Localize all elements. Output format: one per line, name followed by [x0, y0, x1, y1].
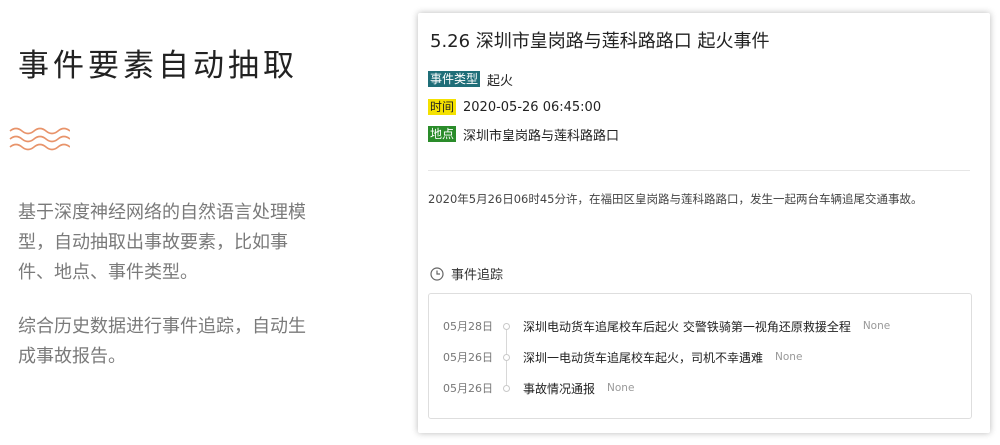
timeline-dot [503, 353, 510, 361]
event-type-value: 起火 [487, 73, 514, 89]
tracking-item-source: None [607, 382, 635, 394]
tracking-item-date: 05月26日 [443, 382, 493, 395]
tracking-item-source: None [862, 320, 891, 332]
page: 事件要素自动抽取 基于深度神经网络的自然语言处理模型，自动抽取出事故要素，比如事… [0, 0, 1000, 445]
tracking-item-date: 05月26日 [443, 351, 493, 364]
field-location: 地点 深圳市皇岗路与莲科路路口 [428, 125, 620, 144]
wave-icon [9, 127, 70, 151]
divider [428, 170, 970, 171]
tag-time: 时间 [428, 99, 457, 115]
intro-title: 事件要素自动抽取 [18, 48, 298, 84]
field-time: 时间 2020-05-26 06:45:00 [428, 98, 601, 116]
clock-icon [430, 266, 444, 281]
time-value: 2020-05-26 06:45:00 [463, 99, 602, 115]
event-title: 5.26 深圳市皇岗路与莲科路路口 起火事件 [430, 31, 770, 52]
tracking-item[interactable]: 05月26日 深圳一电动货车追尾校车起火，司机不幸遇难 None [429, 349, 971, 365]
tracking-item-date: 05月28日 [443, 320, 493, 333]
tracking-item-link[interactable]: 事故情况通报 [523, 380, 595, 397]
tracking-item[interactable]: 05月28日 深圳电动货车追尾校车后起火 交警铁骑第一视角还原救援全程 None [429, 318, 971, 334]
tracking-list: 05月28日 深圳电动货车追尾校车后起火 交警铁骑第一视角还原救援全程 None… [428, 293, 972, 419]
tag-location: 地点 [428, 126, 457, 142]
intro-description: 基于深度神经网络的自然语言处理模型，自动抽取出事故要素，比如事件、地点、事件类型… [18, 202, 306, 283]
timeline-dot [503, 384, 510, 392]
tracking-title: 事件追踪 [451, 268, 504, 283]
timeline-dot [503, 322, 510, 330]
event-card: 5.26 深圳市皇岗路与莲科路路口 起火事件 事件类型 起火 时间 2020-0… [418, 13, 990, 433]
location-value: 深圳市皇岗路与莲科路路口 [463, 128, 620, 144]
tracking-item-link[interactable]: 深圳电动货车追尾校车后起火 交警铁骑第一视角还原救援全程 [523, 318, 851, 335]
intro-report-description: 综合历史数据进行事件追踪，自动生成事故报告。 [18, 316, 306, 367]
tag-event-type: 事件类型 [428, 71, 481, 87]
tracking-header: 事件追踪 [430, 264, 503, 283]
event-summary: 2020年5月26日06时45分许，在福田区皇岗路与莲科路路口，发生一起两台车辆… [428, 192, 923, 206]
tracking-item-source: None [775, 351, 803, 363]
field-event-type: 事件类型 起火 [428, 70, 514, 89]
tracking-item[interactable]: 05月26日 事故情况通报 None [429, 380, 971, 396]
tracking-item-link[interactable]: 深圳一电动货车追尾校车起火，司机不幸遇难 [523, 349, 763, 366]
